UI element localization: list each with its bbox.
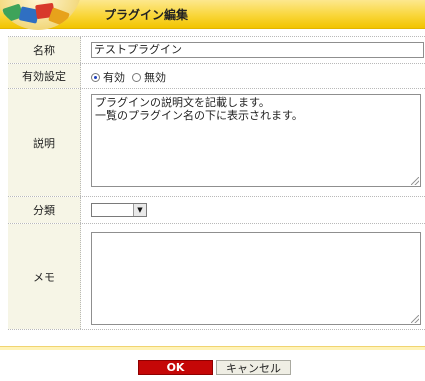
memo-textarea[interactable] [91,232,421,325]
radio-disabled[interactable] [132,72,141,82]
category-select[interactable]: ▼ [91,203,147,217]
plugin-form: 名称 テストプラグイン 有効設定 有効 無効 説明 プラグインの説明文を記載しま… [8,36,425,330]
radio-enabled-label[interactable]: 有効 [103,69,125,85]
category-row: 分類 ▼ [8,197,425,224]
chevron-down-icon[interactable]: ▼ [133,204,146,216]
ok-button[interactable]: OK [138,360,213,375]
memo-label: メモ [8,224,81,329]
radio-enabled[interactable] [91,72,100,82]
description-row: 説明 プラグインの説明文を記載します。 一覧のプラグイン名の下に表示されます。 [8,89,425,197]
description-label: 説明 [8,89,81,196]
radio-disabled-label[interactable]: 無効 [144,69,166,85]
description-textarea[interactable]: プラグインの説明文を記載します。 一覧のプラグイン名の下に表示されます。 [91,94,421,187]
resize-handle-icon[interactable] [411,315,419,323]
dialog-title: プラグイン編集 [104,8,189,22]
memo-row: メモ [8,224,425,330]
app-logo [0,0,82,30]
status-row: 有効設定 有効 無効 [8,64,425,89]
name-label: 名称 [8,37,81,63]
logo-block-orange [48,7,70,27]
dialog-footer: OK キャンセル [0,346,425,381]
description-text: プラグインの説明文を記載します。 一覧のプラグイン名の下に表示されます。 [95,96,303,122]
cancel-button[interactable]: キャンセル [216,360,291,375]
resize-handle-icon[interactable] [411,177,419,185]
dialog-header: プラグイン編集 [0,0,425,30]
category-label: 分類 [8,197,81,223]
status-label: 有効設定 [8,64,81,88]
name-row: 名称 テストプラグイン [8,37,425,64]
name-input[interactable]: テストプラグイン [91,42,424,58]
status-radio-group: 有効 無効 [91,69,170,85]
